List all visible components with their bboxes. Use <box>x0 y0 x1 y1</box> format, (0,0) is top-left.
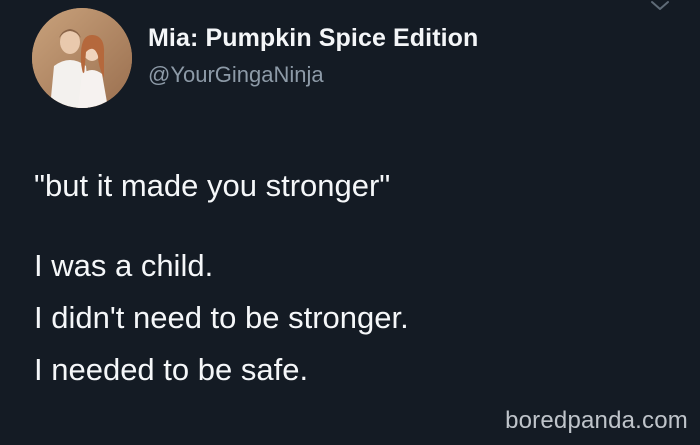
avatar-photo <box>32 8 132 108</box>
chevron-down-icon[interactable] <box>650 0 670 12</box>
tweet-line: I was a child. <box>34 248 214 283</box>
tweet-text: "but it made you stronger" I was a child… <box>34 166 674 396</box>
tweet-line: I needed to be safe. <box>34 352 309 387</box>
display-name[interactable]: Mia: Pumpkin Spice Edition <box>148 24 478 53</box>
user-handle[interactable]: @YourGingaNinja <box>148 62 324 88</box>
watermark: boredpanda.com <box>505 407 688 434</box>
tweet-line: I didn't need to be stronger. <box>34 300 409 335</box>
tweet-card: Mia: Pumpkin Spice Edition @YourGingaNin… <box>0 0 700 445</box>
tweet-body-lines: I was a child. I didn't need to be stron… <box>34 240 674 396</box>
tweet-quote: "but it made you stronger" <box>34 168 391 203</box>
avatar[interactable] <box>32 8 132 108</box>
